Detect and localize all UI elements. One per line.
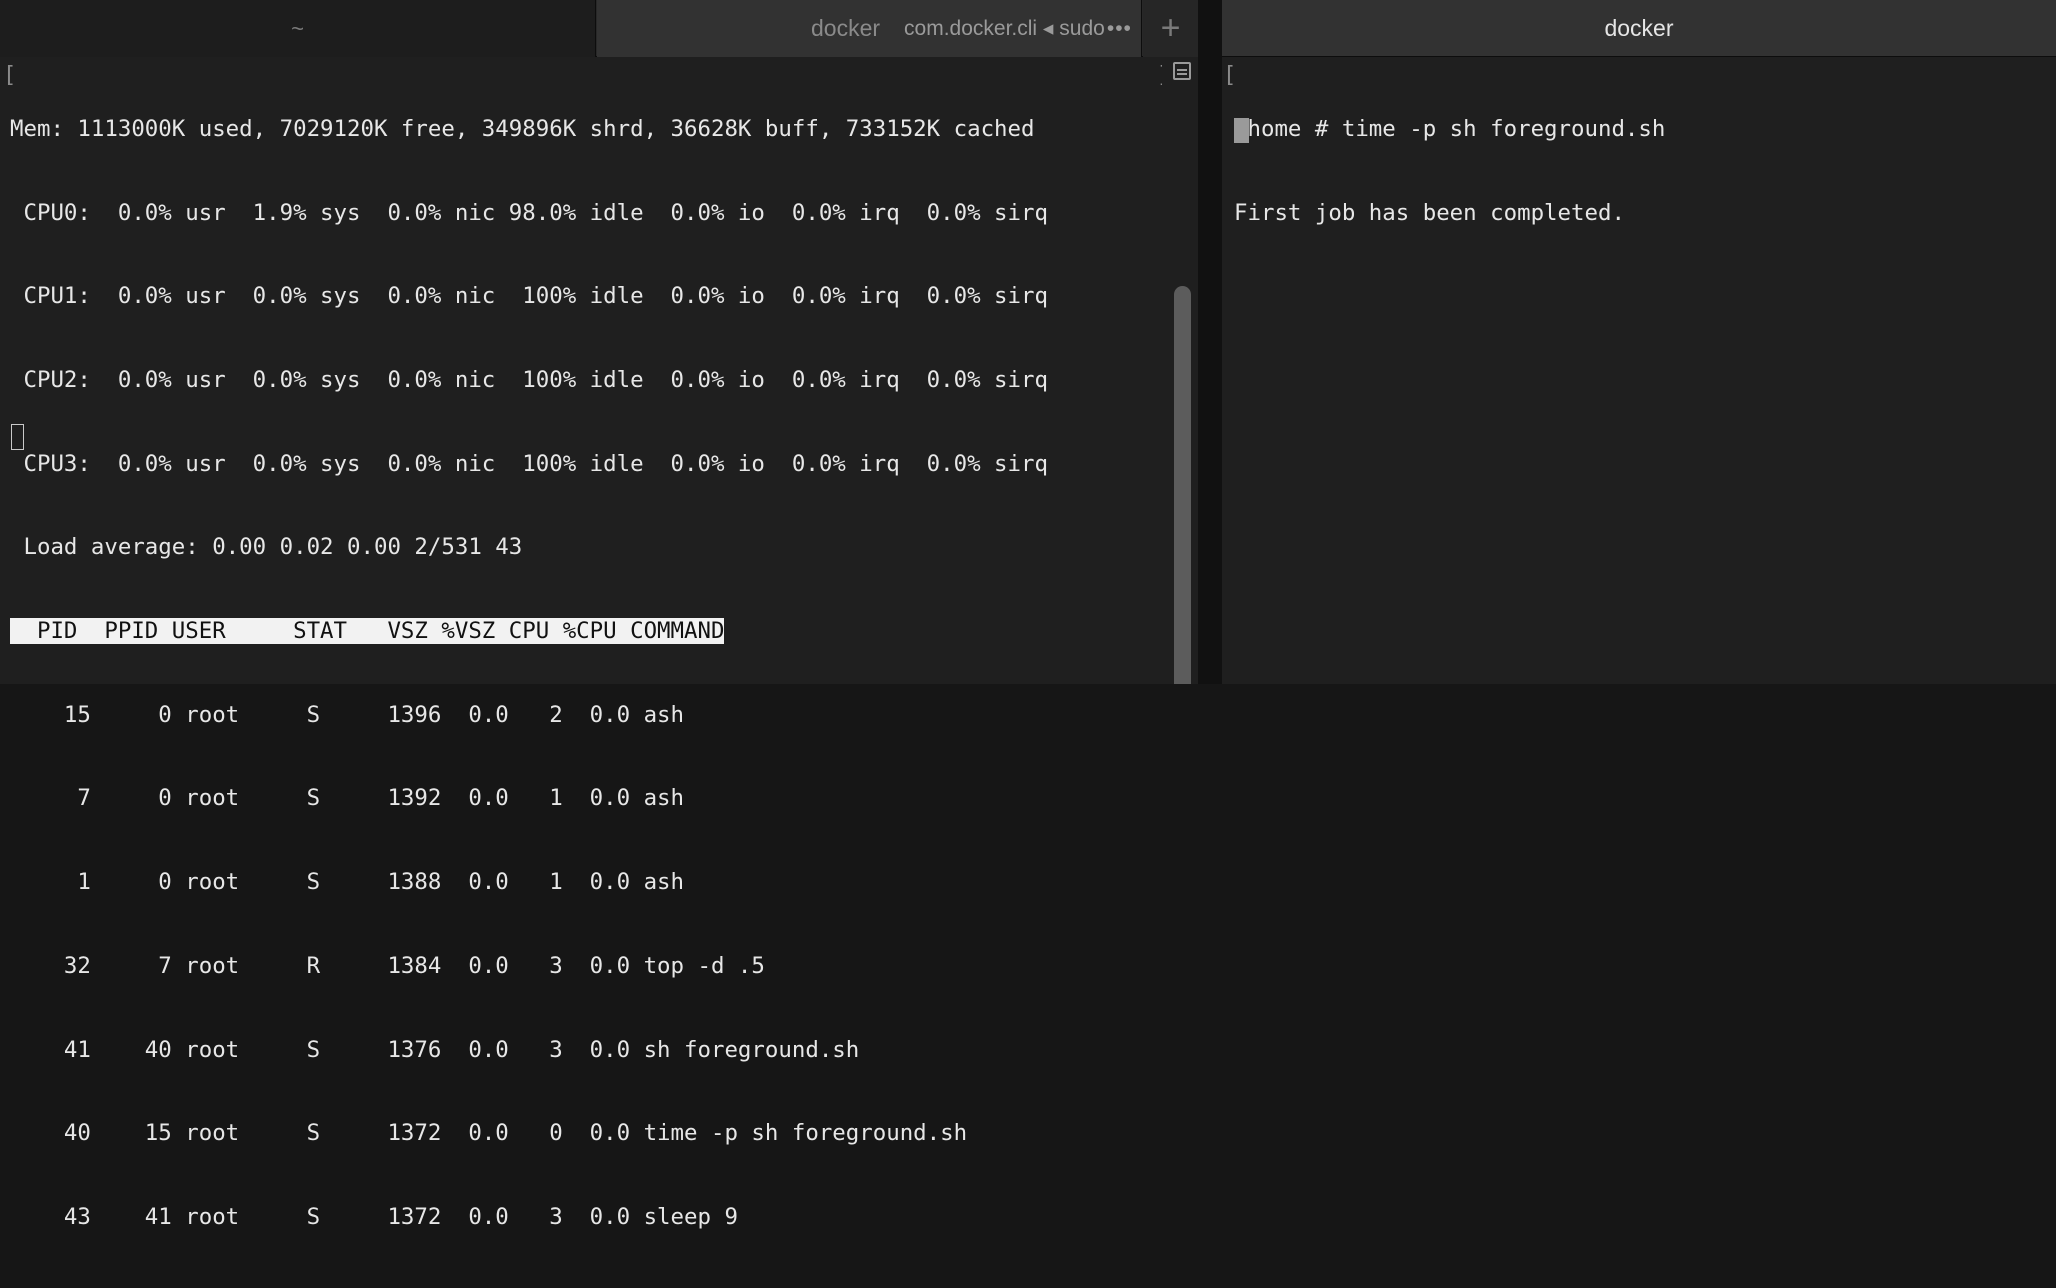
cpu3-line: CPU3: 0.0% usr 0.0% sys 0.0% nic 100% id… bbox=[10, 450, 1048, 477]
command-line: /home # time -p sh foreground.sh bbox=[1234, 115, 1666, 142]
scrollbar-thumb[interactable] bbox=[1174, 286, 1191, 684]
tab-home[interactable]: ~ bbox=[0, 0, 596, 57]
process-table-header-text: PID PPID USER STAT VSZ %VSZ CPU %CPU COM… bbox=[10, 618, 725, 645]
process-row: 32 7 root R 1384 0.0 3 0.0 top -d .5 bbox=[10, 952, 765, 979]
cpu2-line: CPU2: 0.0% usr 0.0% sys 0.0% nic 100% id… bbox=[10, 366, 1048, 393]
text-cursor bbox=[1234, 118, 1249, 143]
scrollbar-menu-icon[interactable] bbox=[1173, 62, 1191, 80]
process-row: 15 0 root S 1396 0.0 2 0.0 ash bbox=[10, 701, 685, 728]
left-tab-bar: ~ docker com.docker.cli ◂ sudo ••• + bbox=[0, 0, 1198, 57]
tab-more-icon: ••• bbox=[1106, 16, 1132, 40]
process-row: 1 0 root S 1388 0.0 1 0.0 ash bbox=[10, 869, 685, 896]
tab-docker-subtitle: com.docker.cli ◂ sudo bbox=[904, 17, 1105, 40]
cpu0-line: CPU0: 0.0% usr 1.9% sys 0.0% nic 98.0% i… bbox=[10, 199, 1048, 226]
output-line: First job has been completed. bbox=[1234, 199, 1625, 226]
tab-docker-label: docker bbox=[811, 15, 881, 41]
process-row: 7 0 root S 1392 0.0 1 0.0 ash bbox=[10, 785, 685, 812]
load-average-line: Load average: 0.00 0.02 0.00 2/531 43 bbox=[10, 534, 523, 561]
window-divider bbox=[1198, 0, 1222, 684]
tab-docker[interactable]: docker com.docker.cli ◂ sudo ••• bbox=[597, 0, 1142, 57]
process-row: 40 15 root S 1372 0.0 0 0.0 time -p sh f… bbox=[10, 1120, 968, 1147]
left-terminal-window: ~ docker com.docker.cli ◂ sudo ••• + [ M… bbox=[0, 0, 1198, 1230]
tab-home-label: ~ bbox=[291, 15, 304, 41]
mark-cursor-icon bbox=[11, 424, 24, 450]
mem-line: Mem: 1113000K used, 7029120K free, 34989… bbox=[10, 115, 1035, 142]
top-output[interactable]: Mem: 1113000K used, 7029120K free, 34989… bbox=[10, 60, 1048, 1288]
right-terminal-window: docker [ /home # time -p sh foreground.s… bbox=[1222, 0, 2056, 684]
new-tab-button[interactable]: + bbox=[1143, 0, 1198, 57]
shell-output[interactable]: /home # time -p sh foreground.sh First j… bbox=[1234, 60, 1665, 283]
process-row: 43 41 root S 1372 0.0 3 0.0 sleep 9 bbox=[10, 1203, 738, 1230]
cpu1-line: CPU1: 0.0% usr 0.0% sys 0.0% nic 100% id… bbox=[10, 283, 1048, 310]
process-table-header: PID PPID USER STAT VSZ %VSZ CPU %CPU COM… bbox=[10, 618, 1048, 646]
right-title-bar: docker bbox=[1222, 0, 2056, 57]
process-row: 41 40 root S 1376 0.0 3 0.0 sh foregroun… bbox=[10, 1036, 860, 1063]
window-title: docker bbox=[1604, 14, 1674, 41]
plus-icon: + bbox=[1160, 9, 1181, 47]
